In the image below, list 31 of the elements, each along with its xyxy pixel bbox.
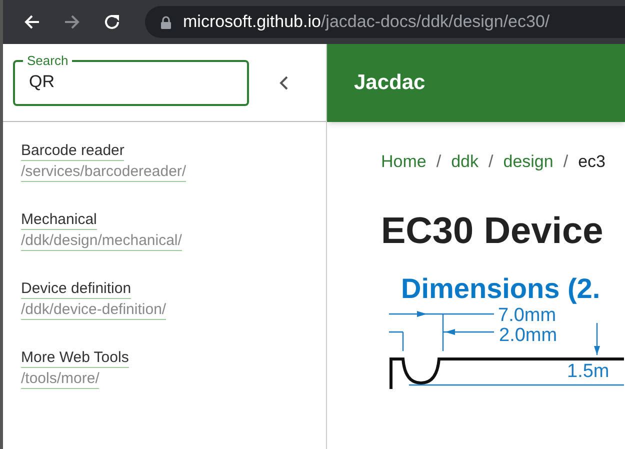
breadcrumb-current: ec3 — [578, 151, 606, 173]
address-bar[interactable]: microsoft.github.io/jacdac-docs/ddk/design/ec30/ — [145, 6, 625, 38]
search-value: QR — [29, 71, 56, 93]
app-title: Jacdac — [354, 70, 426, 96]
chevron-left-icon[interactable] — [279, 76, 289, 90]
forward-arrow-icon[interactable] — [63, 13, 81, 31]
result-title-link[interactable]: Barcode reader — [21, 142, 124, 161]
result-path-link[interactable]: /services/barcodereader/ — [21, 163, 186, 182]
breadcrumb-link[interactable]: design — [503, 149, 554, 174]
figure-title: Dimensions (2. — [401, 272, 602, 304]
dimension-label: 7.0mm — [498, 304, 556, 326]
breadcrumb-link[interactable]: ddk — [451, 149, 479, 174]
result-title-link[interactable]: Mechanical — [21, 211, 97, 230]
result-path-link[interactable]: /ddk/design/mechanical/ — [21, 232, 182, 251]
result-path-link[interactable]: /tools/more/ — [21, 370, 100, 389]
dimension-label: 1.5m — [567, 360, 610, 382]
breadcrumb-separator: / — [436, 151, 442, 173]
result-title-link[interactable]: More Web Tools — [21, 349, 129, 368]
breadcrumb-separator: / — [488, 151, 494, 173]
page-title: EC30 Device — [381, 208, 604, 252]
reload-icon[interactable] — [103, 13, 121, 31]
lock-icon — [161, 16, 171, 28]
breadcrumb-separator: / — [563, 151, 568, 173]
back-arrow-icon[interactable] — [23, 13, 41, 31]
url-text: microsoft.github.io/jacdac-docs/ddk/design/ec30/ — [183, 11, 550, 34]
result-path-link[interactable]: /ddk/device-definition/ — [21, 301, 166, 320]
search-field[interactable]: Search QR — [13, 53, 249, 106]
breadcrumb-link[interactable]: Home — [381, 149, 426, 174]
dimension-label: 2.0mm — [499, 324, 558, 346]
search-label: Search — [26, 53, 70, 69]
result-title-link[interactable]: Device definition — [21, 280, 132, 299]
